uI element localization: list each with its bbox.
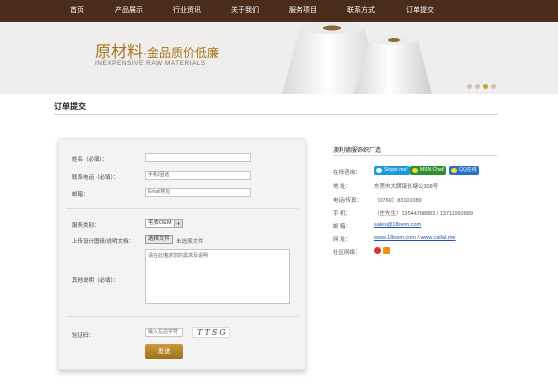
captcha-label: 验证码： [72, 333, 95, 339]
hero-banner: 原材料·金品质价低廉 INEXPENSIVE RAW MATERIALS [0, 22, 558, 94]
choose-file-button[interactable]: 选择文件 [145, 235, 174, 244]
slide-indicators [467, 84, 496, 89]
service-select[interactable]: 毛衣OEM ▼ [145, 219, 183, 228]
address-value: 东莞市大朗镇长塘公308号 [374, 184, 439, 190]
rss-icon[interactable] [383, 247, 390, 254]
nav-order[interactable]: 订单提交 [401, 0, 439, 22]
company-name: 澳利德服饰织厂造 [333, 148, 382, 154]
service-label: 服务类别： [72, 223, 100, 229]
mobile-label: 手 机： [333, 211, 352, 217]
nav-products[interactable]: 产品展示 [110, 0, 148, 22]
social-label: 社区网络： [333, 250, 361, 256]
form-divider [66, 316, 298, 317]
notes-textarea[interactable]: 请在此描述您的需求及说明 [145, 249, 290, 304]
tel-value: （0769）83101089 [374, 198, 422, 204]
nav-about[interactable]: 关于我们 [226, 0, 264, 22]
yarn-spools-image [282, 22, 432, 94]
msn-icon [412, 168, 418, 173]
qq-icon [451, 168, 457, 173]
email-label: 邮箱： [72, 192, 89, 198]
service-select-value: 毛衣OEM [148, 220, 172, 226]
slide-dot-active[interactable] [483, 84, 488, 89]
tel-label: 电话/传真： [333, 198, 363, 204]
captcha-image[interactable]: TTSG [192, 327, 230, 338]
slide-dot[interactable] [467, 84, 472, 89]
nav-contact[interactable]: 联系方式 [342, 0, 380, 22]
upload-label: 上传设计图纸/说明文档： [72, 239, 135, 245]
slide-dot[interactable] [491, 84, 496, 89]
web-label: 网 址： [333, 237, 352, 243]
email-input[interactable]: Email地址 [145, 188, 251, 197]
online-label: 在线咨询： [333, 170, 361, 176]
top-nav-bar: 首页 产品展示 行业资讯 关于我们 服务项目 联系方式 订单提交 [0, 0, 558, 22]
mobile-value: （庄先生）13544788883 / 13711992689 [374, 211, 473, 217]
address-label: 地 址： [333, 184, 352, 190]
upload-status: 未选择文件 [176, 239, 204, 245]
nav-home[interactable]: 首页 [62, 0, 92, 22]
name-label: 姓名（必填）： [72, 157, 108, 163]
banner-subtitle: INEXPENSIVE RAW MATERIALS [95, 60, 206, 67]
nav-services[interactable]: 服务项目 [284, 0, 322, 22]
banner-title: 原材料·金品质价低廉 [95, 44, 220, 61]
qq-button[interactable]: QQ在线 [449, 166, 479, 175]
captcha-input[interactable]: 输入左边字符 [145, 328, 183, 337]
email-link[interactable]: sales@18oem.com [374, 222, 421, 228]
page-title: 订单提交 [54, 102, 86, 111]
notes-label: 其他说明（必填）： [72, 278, 119, 284]
skype-icon [376, 168, 382, 173]
msn-button[interactable]: MSN Chat! [410, 166, 447, 175]
email-contact-label: 邮 箱： [333, 224, 352, 230]
web-link[interactable]: www.18oem.com / www.callat.me [374, 235, 456, 241]
title-divider [54, 114, 498, 115]
weibo-icon[interactable] [374, 247, 381, 254]
chevron-down-icon: ▼ [174, 220, 182, 227]
phone-label: 联系电话（必填）： [72, 175, 119, 181]
slide-dot[interactable] [475, 84, 480, 89]
contact-divider [333, 155, 497, 156]
nav-news[interactable]: 行业资讯 [168, 0, 206, 22]
skype-button[interactable]: Skype me! [374, 166, 410, 175]
phone-input[interactable]: 手机/固话 [145, 171, 251, 180]
submit-button[interactable]: 发送 [145, 344, 183, 359]
name-input[interactable] [145, 153, 251, 162]
form-divider [66, 208, 298, 209]
